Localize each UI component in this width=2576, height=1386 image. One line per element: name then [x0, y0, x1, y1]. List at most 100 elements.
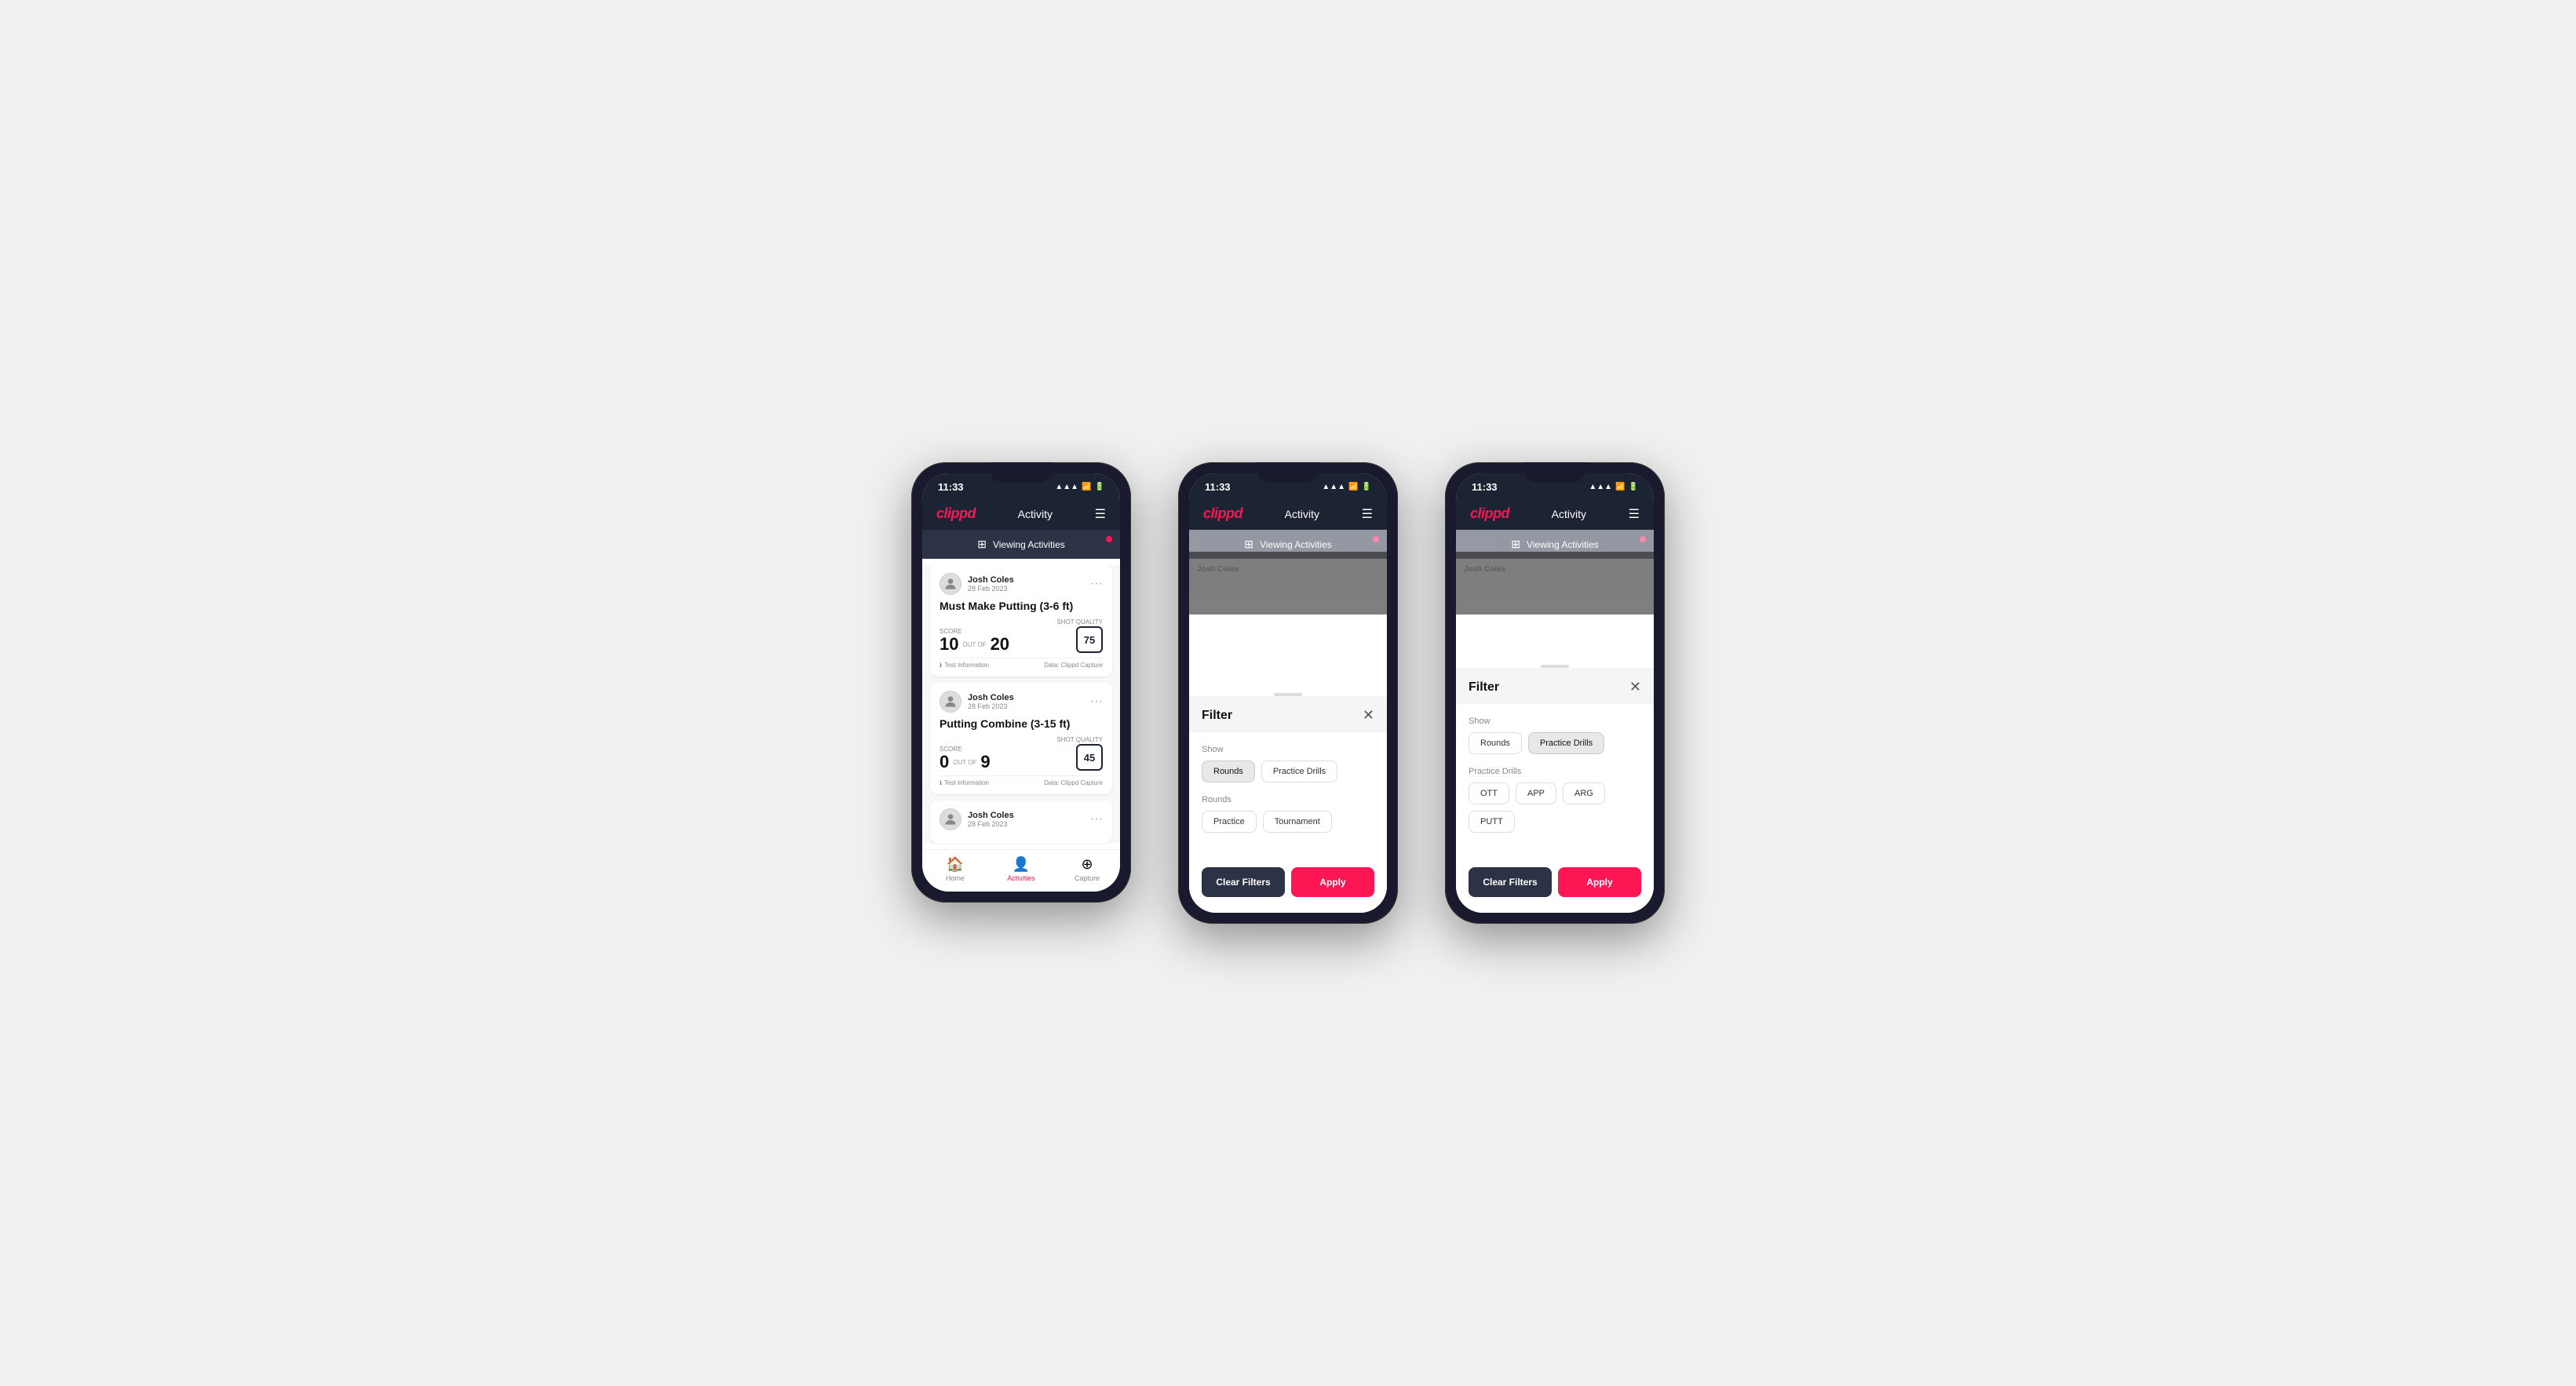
hamburger-menu-3[interactable]: ☰ [1629, 506, 1640, 522]
app-header-2: clippd Activity ☰ [1189, 498, 1387, 530]
filter-icon-2: ⊞ [1244, 538, 1253, 551]
viewing-bar-1[interactable]: ⊞ Viewing Activities [922, 530, 1120, 559]
activity-title-2: Putting Combine (3-15 ft) [940, 717, 1103, 730]
filter-body-2: Show Rounds Practice Drills Rounds Pract… [1189, 732, 1387, 858]
hamburger-menu-2[interactable]: ☰ [1362, 506, 1373, 522]
show-chips-3: Rounds Practice Drills [1469, 732, 1641, 754]
show-label-2: Show [1202, 745, 1374, 754]
score-group-1: Score 10 OUT OF 20 [940, 628, 1009, 653]
phone-2: 11:33 ▲▲▲ 📶 🔋 clippd Activity ☰ ⊞ Viewin… [1178, 462, 1398, 924]
filter-body-3: Show Rounds Practice Drills Practice Dri… [1456, 704, 1654, 858]
app-header-1: clippd Activity ☰ [922, 498, 1120, 530]
red-dot-3 [1640, 536, 1646, 542]
app-header-3: clippd Activity ☰ [1456, 498, 1654, 530]
shots-value-1: 20 [991, 636, 1009, 653]
app-chip-3[interactable]: APP [1516, 782, 1556, 804]
shots-value-2: 9 [980, 753, 990, 771]
card-header-3: Josh Coles 28 Feb 2023 ··· [940, 808, 1103, 830]
card-header-1: Josh Coles 28 Feb 2023 ··· [940, 573, 1103, 595]
shot-quality-badge-2: 45 [1076, 744, 1103, 771]
clear-filters-btn-3[interactable]: Clear Filters [1469, 867, 1552, 897]
practice-drills-chip-3[interactable]: Practice Drills [1528, 732, 1604, 754]
filter-modal-2: Filter ✕ Show Rounds Practice Drills Rou… [1189, 687, 1387, 913]
more-dots-2[interactable]: ··· [1090, 695, 1103, 709]
viewing-activities-label-1: Viewing Activities [993, 539, 1065, 550]
arg-chip-3[interactable]: ARG [1563, 782, 1605, 804]
filter-icon-3: ⊞ [1511, 538, 1520, 551]
user-name-1: Josh Coles [968, 575, 1014, 585]
capture-icon-1: ⊕ [1081, 856, 1093, 873]
shot-quality-label-1: Shot Quality [1056, 618, 1103, 626]
logo-2: clippd [1203, 505, 1242, 522]
apply-btn-2[interactable]: Apply [1291, 867, 1374, 897]
avatar-2 [940, 691, 961, 713]
wifi-icon-3: 📶 [1615, 483, 1625, 491]
practice-drills-chip-2[interactable]: Practice Drills [1261, 760, 1337, 782]
practice-drills-chips-3: OTT APP ARG PUTT [1469, 782, 1641, 833]
filter-modal-3: Filter ✕ Show Rounds Practice Drills Pra… [1456, 658, 1654, 913]
filter-title-3: Filter [1469, 680, 1499, 695]
nav-activities-1[interactable]: 👤 Activities [988, 856, 1054, 882]
putt-chip-3[interactable]: PUTT [1469, 811, 1515, 833]
header-title-3: Activity [1552, 508, 1586, 520]
nav-capture-label-1: Capture [1075, 874, 1100, 882]
signal-icon-3: ▲▲▲ [1589, 483, 1612, 491]
shot-quality-group-1: Shot Quality 75 [1056, 618, 1103, 653]
activity-list-1: Josh Coles 28 Feb 2023 ··· Must Make Put… [922, 565, 1120, 843]
activities-icon-1: 👤 [1013, 856, 1030, 873]
filter-close-btn-2[interactable]: ✕ [1363, 707, 1374, 724]
phone-3: 11:33 ▲▲▲ 📶 🔋 clippd Activity ☰ ⊞ Viewin… [1445, 462, 1665, 924]
time-1: 11:33 [938, 481, 964, 493]
rounds-section-label-2: Rounds [1202, 795, 1374, 804]
notch-2 [1257, 462, 1319, 483]
rounds-chips-2: Practice Tournament [1202, 811, 1374, 833]
status-icons-3: ▲▲▲ 📶 🔋 [1589, 483, 1638, 491]
battery-icon-3: 🔋 [1629, 483, 1638, 491]
time-2: 11:33 [1205, 481, 1231, 493]
nav-home-label-1: Home [946, 874, 965, 882]
card-footer-1: ℹ Test Information Data: Clippd Capture [940, 658, 1103, 669]
signal-icon-2: ▲▲▲ [1322, 483, 1345, 491]
more-dots-1[interactable]: ··· [1090, 577, 1103, 591]
more-dots-3[interactable]: ··· [1090, 812, 1103, 826]
shot-quality-group-2: Shot Quality 45 [1056, 736, 1103, 771]
rounds-chip-2[interactable]: Rounds [1202, 760, 1255, 782]
user-date-1: 28 Feb 2023 [968, 585, 1014, 593]
rounds-chip-3[interactable]: Rounds [1469, 732, 1522, 754]
ott-chip-3[interactable]: OTT [1469, 782, 1509, 804]
phones-container: 11:33 ▲▲▲ 📶 🔋 clippd Activity ☰ ⊞ Viewin… [911, 462, 1665, 924]
filter-footer-3: Clear Filters Apply [1456, 858, 1654, 913]
filter-header-3: Filter ✕ [1456, 668, 1654, 704]
notch-3 [1523, 462, 1586, 483]
score-value-1: 10 [940, 636, 958, 653]
shot-quality-label-2: Shot Quality [1056, 736, 1103, 743]
stats-row-2: Score 0 OUT OF 9 Shot Quality 45 [940, 736, 1103, 771]
battery-icon: 🔋 [1095, 483, 1104, 491]
practice-chip-2[interactable]: Practice [1202, 811, 1257, 833]
time-3: 11:33 [1472, 481, 1498, 493]
tournament-chip-2[interactable]: Tournament [1263, 811, 1332, 833]
notch [990, 462, 1053, 483]
practice-drills-section-label-3: Practice Drills [1469, 767, 1641, 776]
apply-btn-3[interactable]: Apply [1558, 867, 1641, 897]
shot-quality-badge-1: 75 [1076, 626, 1103, 653]
avatar-3 [940, 808, 961, 830]
test-info-1: ℹ Test Information [940, 662, 989, 669]
activity-card-2: Josh Coles 28 Feb 2023 ··· Putting Combi… [930, 683, 1112, 794]
score-group-2: Score 0 OUT OF 9 [940, 746, 991, 771]
hamburger-menu-1[interactable]: ☰ [1095, 506, 1106, 522]
phone-3-screen: 11:33 ▲▲▲ 📶 🔋 clippd Activity ☰ ⊞ Viewin… [1456, 473, 1654, 913]
filter-close-btn-3[interactable]: ✕ [1629, 679, 1641, 695]
avatar-1 [940, 573, 961, 595]
red-dot-2 [1373, 536, 1379, 542]
nav-activities-label-1: Activities [1007, 874, 1035, 882]
nav-home-1[interactable]: 🏠 Home [922, 856, 988, 882]
nav-capture-1[interactable]: ⊕ Capture [1054, 856, 1120, 882]
user-info-2: Josh Coles 28 Feb 2023 [940, 691, 1014, 713]
clear-filters-btn-2[interactable]: Clear Filters [1202, 867, 1285, 897]
score-value-2: 0 [940, 753, 949, 771]
header-title-2: Activity [1285, 508, 1319, 520]
user-info-1: Josh Coles 28 Feb 2023 [940, 573, 1014, 595]
wifi-icon-2: 📶 [1348, 483, 1358, 491]
activity-card-1: Josh Coles 28 Feb 2023 ··· Must Make Put… [930, 565, 1112, 677]
